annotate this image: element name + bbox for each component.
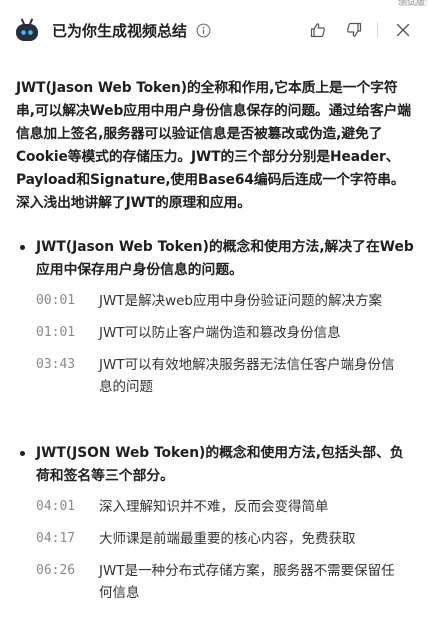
timestamp[interactable]: 06:26 bbox=[16, 560, 99, 582]
timestamp-entry[interactable]: 04:01 深入理解知识并不难，反而会变得简单 bbox=[16, 496, 414, 518]
entry-text: 深入理解知识并不难，反而会变得简单 bbox=[99, 499, 329, 515]
timestamp-entry[interactable]: 01:01 JWT可以防止客户端伪造和篡改身份信息 bbox=[16, 322, 414, 344]
thumbs-down-icon[interactable] bbox=[343, 19, 365, 41]
timestamp-entry[interactable]: 03:43 JWT可以有效地解决服务器无法信任客户端身份信息的问题 bbox=[16, 354, 414, 398]
summary-header: 已为你生成视频总结 bbox=[14, 14, 414, 46]
header-title: 已为你生成视频总结 bbox=[52, 21, 188, 40]
entry-text: JWT是一种分布式存储方案，服务器不需要保留任何信息 bbox=[99, 563, 395, 601]
timestamp-list: 00:01 JWT是解决web应用中身份验证问题的解决方案 01:01 JWT可… bbox=[16, 290, 414, 398]
corner-tag: 测试版 bbox=[398, 0, 428, 6]
info-icon[interactable] bbox=[195, 22, 211, 38]
bot-avatar-icon bbox=[14, 17, 40, 43]
timestamp-list: 04:01 深入理解知识并不难，反而会变得简单 04:17 大师课是前端最重要的… bbox=[16, 496, 414, 604]
summary-paragraph: JWT(Jason Web Token)的全称和作用,它本质上是一个字符串,可以… bbox=[16, 80, 411, 211]
timestamp[interactable]: 03:43 bbox=[16, 354, 99, 376]
bullet-dot bbox=[20, 245, 25, 250]
entry-text: JWT可以有效地解决服务器无法信任客户端身份信息的问题 bbox=[99, 357, 395, 395]
entry-text: 大师课是前端最重要的核心内容，免费获取 bbox=[99, 531, 356, 547]
header-actions bbox=[307, 19, 414, 41]
timestamp[interactable]: 00:01 bbox=[16, 290, 99, 312]
timestamp[interactable]: 01:01 bbox=[16, 322, 99, 344]
close-icon[interactable] bbox=[392, 19, 414, 41]
outline-section: JWT(Jason Web Token)的概念和使用方法,解决了在Web应用中保… bbox=[16, 236, 414, 408]
section-heading: JWT(Jason Web Token)的概念和使用方法,解决了在Web应用中保… bbox=[16, 236, 414, 282]
thumbs-up-icon[interactable] bbox=[307, 19, 329, 41]
entry-text: JWT是解决web应用中身份验证问题的解决方案 bbox=[99, 293, 382, 309]
timestamp-entry[interactable]: 04:17 大师课是前端最重要的核心内容，免费获取 bbox=[16, 528, 414, 550]
section-title: JWT(JSON Web Token)的概念和使用方法,包括头部、负荷和签名等三… bbox=[36, 445, 404, 484]
timestamp-entry[interactable]: 06:26 JWT是一种分布式存储方案，服务器不需要保留任何信息 bbox=[16, 560, 414, 604]
bullet-dot bbox=[20, 451, 25, 456]
timestamp-entry[interactable]: 00:01 JWT是解决web应用中身份验证问题的解决方案 bbox=[16, 290, 414, 312]
section-heading: JWT(JSON Web Token)的概念和使用方法,包括头部、负荷和签名等三… bbox=[16, 442, 414, 488]
outline-section: JWT(JSON Web Token)的概念和使用方法,包括头部、负荷和签名等三… bbox=[16, 442, 414, 614]
entry-text: JWT可以防止客户端伪造和篡改身份信息 bbox=[99, 325, 341, 341]
timestamp[interactable]: 04:01 bbox=[16, 496, 99, 518]
section-title: JWT(Jason Web Token)的概念和使用方法,解决了在Web应用中保… bbox=[36, 239, 414, 278]
timestamp[interactable]: 04:17 bbox=[16, 528, 99, 550]
action-divider bbox=[377, 22, 378, 38]
